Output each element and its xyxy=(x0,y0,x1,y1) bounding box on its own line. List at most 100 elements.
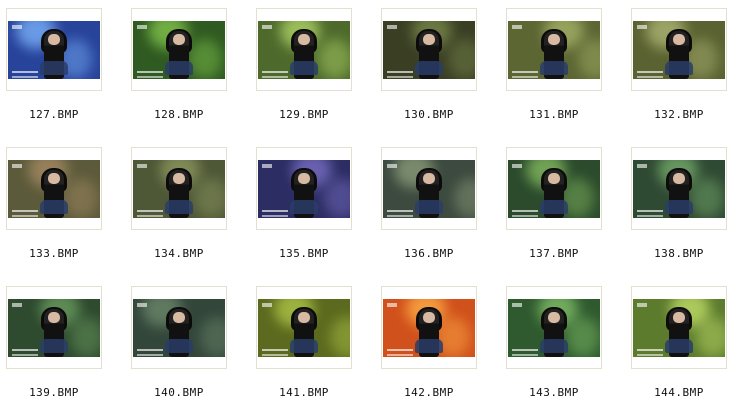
subtitle-overlay xyxy=(387,71,413,73)
thumbnail-item[interactable]: 131.BMP xyxy=(506,8,602,121)
thumbnail-frame xyxy=(256,286,352,369)
thumbnail-item[interactable]: 137.BMP xyxy=(506,147,602,260)
thumbnail-image xyxy=(258,21,350,79)
thumbnail-image xyxy=(133,21,225,79)
performer-face xyxy=(423,34,435,45)
subtitle-overlay xyxy=(262,210,288,212)
thumbnail-image xyxy=(508,21,600,79)
subtitle-overlay xyxy=(262,349,288,351)
broadcast-logo xyxy=(387,25,397,29)
performer-skirt xyxy=(165,200,193,214)
thumbnail-item[interactable]: 133.BMP xyxy=(6,147,102,260)
performer-skirt xyxy=(290,200,318,214)
performer-face xyxy=(48,173,60,184)
thumbnail-image xyxy=(133,160,225,218)
thumbnail-item[interactable]: 141.BMP xyxy=(256,286,352,399)
broadcast-logo xyxy=(637,303,647,307)
thumbnail-image xyxy=(508,299,600,357)
stage-light xyxy=(578,39,600,79)
performer-skirt xyxy=(415,339,443,353)
broadcast-logo xyxy=(137,164,147,168)
stage-light xyxy=(188,39,222,79)
performer-skirt xyxy=(665,339,693,353)
stage-light xyxy=(690,178,724,218)
broadcast-logo xyxy=(12,303,22,307)
thumbnail-image xyxy=(8,160,100,218)
performer-skirt xyxy=(40,339,68,353)
subtitle-overlay xyxy=(137,210,163,212)
performer-skirt xyxy=(40,200,68,214)
subtitle-overlay xyxy=(12,210,38,212)
subtitle-overlay xyxy=(637,71,663,73)
performer-skirt xyxy=(665,61,693,75)
broadcast-logo xyxy=(512,164,522,168)
subtitle-overlay xyxy=(512,210,538,212)
performer-face xyxy=(298,312,310,323)
broadcast-logo xyxy=(262,303,272,307)
performer-face xyxy=(173,312,185,323)
performer-face xyxy=(548,312,560,323)
thumbnail-item[interactable]: 132.BMP xyxy=(631,8,727,121)
thumbnail-item[interactable]: 144.BMP xyxy=(631,286,727,399)
thumbnail-image xyxy=(633,21,725,79)
thumbnail-item[interactable]: 143.BMP xyxy=(506,286,602,399)
performer-face xyxy=(673,312,685,323)
thumbnail-item[interactable]: 130.BMP xyxy=(381,8,477,121)
thumbnail-item[interactable]: 134.BMP xyxy=(131,147,227,260)
performer-face xyxy=(548,34,560,45)
thumbnail-image xyxy=(258,299,350,357)
thumbnail-item[interactable]: 127.BMP xyxy=(6,8,102,121)
thumbnail-frame xyxy=(256,8,352,91)
thumbnail-frame xyxy=(506,147,602,230)
file-name-label: 138.BMP xyxy=(654,247,704,260)
performer-skirt xyxy=(290,339,318,353)
thumbnail-item[interactable]: 140.BMP xyxy=(131,286,227,399)
thumbnail-item[interactable]: 136.BMP xyxy=(381,147,477,260)
broadcast-logo xyxy=(637,25,647,29)
thumbnail-item[interactable]: 142.BMP xyxy=(381,286,477,399)
thumbnail-image xyxy=(383,160,475,218)
broadcast-logo xyxy=(137,303,147,307)
file-name-label: 129.BMP xyxy=(279,108,329,121)
subtitle-overlay xyxy=(512,349,538,351)
thumbnail-item[interactable]: 135.BMP xyxy=(256,147,352,260)
stage-light xyxy=(318,39,350,79)
file-name-label: 130.BMP xyxy=(404,108,454,121)
thumbnail-frame xyxy=(631,147,727,230)
thumbnail-frame xyxy=(381,286,477,369)
thumbnail-frame xyxy=(506,286,602,369)
performer-face xyxy=(173,34,185,45)
file-name-label: 127.BMP xyxy=(29,108,79,121)
file-name-label: 142.BMP xyxy=(404,386,454,399)
stage-light xyxy=(70,317,100,357)
file-name-label: 136.BMP xyxy=(404,247,454,260)
performer-skirt xyxy=(415,200,443,214)
thumbnail-grid: 127.BMP 128.BMP 129.BMP 130.BMP 131.BMP 132.B… xyxy=(0,0,745,407)
stage-light xyxy=(200,317,225,357)
thumbnail-item[interactable]: 138.BMP xyxy=(631,147,727,260)
subtitle-overlay xyxy=(637,210,663,212)
broadcast-logo xyxy=(387,164,397,168)
file-name-label: 140.BMP xyxy=(154,386,204,399)
thumbnail-frame xyxy=(631,286,727,369)
thumbnail-frame xyxy=(131,8,227,91)
thumbnail-frame xyxy=(6,147,102,230)
performer-skirt xyxy=(540,61,568,75)
subtitle-overlay xyxy=(12,71,38,73)
thumbnail-item[interactable]: 139.BMP xyxy=(6,286,102,399)
thumbnail-frame xyxy=(256,147,352,230)
file-name-label: 128.BMP xyxy=(154,108,204,121)
stage-light xyxy=(330,317,350,357)
thumbnail-item[interactable]: 128.BMP xyxy=(131,8,227,121)
thumbnail-item[interactable]: 129.BMP xyxy=(256,8,352,121)
stage-light xyxy=(324,178,350,218)
broadcast-logo xyxy=(12,164,22,168)
performer-skirt xyxy=(165,339,193,353)
thumbnail-image xyxy=(383,21,475,79)
thumbnail-frame xyxy=(6,8,102,91)
thumbnail-frame xyxy=(381,147,477,230)
subtitle-overlay xyxy=(387,210,413,212)
file-name-label: 139.BMP xyxy=(29,386,79,399)
thumbnail-image xyxy=(383,299,475,357)
broadcast-logo xyxy=(387,303,397,307)
